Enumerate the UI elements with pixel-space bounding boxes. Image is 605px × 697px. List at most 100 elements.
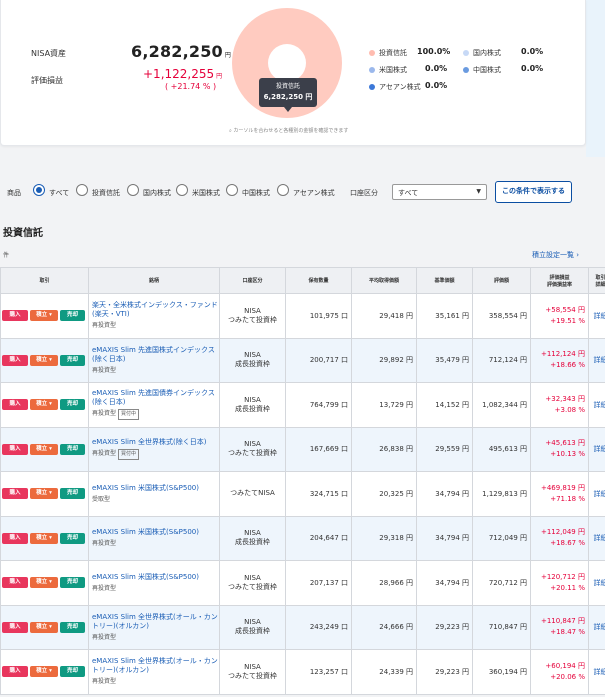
table-row: 購入 積立 ▾ 売却 eMAXIS Slim 全世界株式(オール・カントリー)(オルカ… — [0, 649, 605, 695]
buy-button[interactable]: 購入 — [2, 666, 28, 678]
sell-button[interactable]: 売却 — [60, 621, 85, 633]
buy-button[interactable]: 購入 — [2, 621, 28, 633]
status-badge: 買付中 — [118, 409, 140, 421]
value-cell: 720,712 円 — [472, 560, 531, 606]
nisa-asset-label: NISA資産 — [31, 49, 67, 58]
tsumitate-button[interactable]: 積立 ▾ — [30, 488, 58, 500]
yen-unit: 円 — [216, 73, 223, 80]
sell-button[interactable]: 売却 — [60, 577, 85, 589]
nisa-asset-amount: 6,282,250 — [131, 42, 223, 61]
detail-link[interactable]: 詳細 — [588, 560, 605, 606]
fund-name-link[interactable]: eMAXIS Slim 全世界株式(除く日本) — [92, 438, 207, 446]
status-badge: 買付中 — [118, 449, 140, 461]
buy-button[interactable]: 購入 — [2, 532, 28, 544]
apply-filter-button[interactable]: この条件で表示する — [495, 181, 572, 203]
col-header-base-price: 基準価額 — [416, 267, 473, 294]
fund-cell: eMAXIS Slim 米国株式(S&P500) 再投資型 — [88, 515, 220, 561]
legend-dot — [369, 67, 375, 73]
buy-button[interactable]: 購入 — [2, 443, 28, 455]
radio-china[interactable] — [226, 184, 238, 196]
trade-buttons-cell: 購入 積立 ▾ 売却 — [0, 515, 89, 561]
detail-link[interactable]: 詳細 — [588, 471, 605, 517]
trade-buttons-cell: 購入 積立 ▾ 売却 — [0, 604, 89, 650]
value-cell: 358,554 円 — [472, 293, 531, 339]
quantity-cell: 243,249 口 — [285, 604, 352, 650]
tsumitate-button[interactable]: 積立 ▾ — [30, 577, 58, 589]
radio-us[interactable] — [176, 184, 188, 196]
fund-name-link[interactable]: 楽天・全米株式インデックス・ファンド(楽天・VTI) — [92, 301, 218, 318]
trade-buttons-cell: 購入 積立 ▾ 売却 — [0, 293, 89, 339]
pl-percent: +20.11 % — [550, 583, 585, 592]
tsumitate-button[interactable]: 積立 ▾ — [30, 354, 58, 366]
col-header-fund: 銘柄 — [88, 267, 220, 294]
legend-item-china: 中国株式 — [463, 65, 501, 75]
buy-button[interactable]: 購入 — [2, 354, 28, 366]
fund-name-link[interactable]: eMAXIS Slim 全世界株式(オール・カントリー)(オルカン) — [92, 657, 218, 674]
dividend-type: 再投資型 — [92, 677, 219, 686]
tsumitate-button[interactable]: 積立 ▾ — [30, 443, 58, 455]
tsumitate-button[interactable]: 積立 ▾ — [30, 532, 58, 544]
donut-center — [268, 44, 306, 82]
detail-link[interactable]: 詳細 — [588, 604, 605, 650]
sell-button[interactable]: 売却 — [60, 310, 85, 322]
pl-cell: +45,613 円 +10.13 % — [530, 426, 589, 472]
account-type: NISA — [244, 351, 261, 360]
detail-link[interactable]: 詳細 — [588, 649, 605, 695]
pl-cell: +120,712 円 +20.11 % — [530, 560, 589, 606]
account-select[interactable]: すべて ▼ — [392, 184, 487, 200]
tsumitate-button[interactable]: 積立 ▾ — [30, 666, 58, 678]
dividend-type-text: 再投資型 — [92, 540, 117, 548]
radio-toushin[interactable] — [76, 184, 88, 196]
account-cell: NISA つみたて投資枠 — [219, 560, 286, 606]
avg-cost-cell: 20,325 円 — [351, 471, 417, 517]
buy-button[interactable]: 購入 — [2, 577, 28, 589]
buy-button[interactable]: 購入 — [2, 310, 28, 322]
fund-name-link[interactable]: eMAXIS Slim 米国株式(S&P500) — [92, 484, 199, 492]
avg-cost-cell: 29,318 円 — [351, 515, 417, 561]
tooltip-value: 6,282,250 円 — [263, 93, 313, 101]
radio-all[interactable] — [33, 184, 45, 196]
fund-name-link[interactable]: eMAXIS Slim 先進国債券インデックス(除く日本) — [92, 389, 215, 406]
table-row: 購入 積立 ▾ 売却 楽天・全米株式インデックス・ファンド(楽天・VTI) 再投資型 NI… — [0, 293, 605, 339]
detail-link[interactable]: 詳細 — [588, 382, 605, 428]
sell-button[interactable]: 売却 — [60, 443, 85, 455]
chevron-down-icon: ▼ — [476, 188, 481, 195]
quantity-cell: 123,257 口 — [285, 649, 352, 695]
radio-label: アセアン株式 — [293, 189, 335, 197]
sell-button[interactable]: 売却 — [60, 666, 85, 678]
base-price-cell: 35,479 円 — [416, 337, 473, 383]
sell-button[interactable]: 売却 — [60, 532, 85, 544]
buy-button[interactable]: 購入 — [2, 488, 28, 500]
value-cell: 1,129,813 円 — [472, 471, 531, 517]
fund-name-link[interactable]: eMAXIS Slim 全世界株式(オール・カントリー)(オルカン) — [92, 613, 218, 630]
account-type: NISA — [244, 618, 261, 627]
radio-domestic[interactable] — [127, 184, 139, 196]
tsumitate-button[interactable]: 積立 ▾ — [30, 621, 58, 633]
radio-asean[interactable] — [277, 184, 289, 196]
quantity-cell: 200,717 口 — [285, 337, 352, 383]
pl-percent: +3.08 % — [554, 405, 585, 414]
tsumitate-button[interactable]: 積立 ▾ — [30, 399, 58, 411]
base-price-cell: 29,223 円 — [416, 604, 473, 650]
detail-link[interactable]: 詳細 — [588, 293, 605, 339]
buy-button[interactable]: 購入 — [2, 399, 28, 411]
legend-pct: 0.0% — [425, 81, 448, 90]
sell-button[interactable]: 売却 — [60, 354, 85, 366]
fund-name-link[interactable]: eMAXIS Slim 先進国株式インデックス(除く日本) — [92, 346, 215, 363]
detail-link[interactable]: 詳細 — [588, 515, 605, 561]
pl-cell: +60,194 円 +20.06 % — [530, 649, 589, 695]
fund-name-link[interactable]: eMAXIS Slim 米国株式(S&P500) — [92, 573, 199, 581]
sell-button[interactable]: 売却 — [60, 488, 85, 500]
tsumitate-settings-link[interactable]: 積立設定一覧 › — [532, 250, 579, 260]
detail-link[interactable]: 詳細 — [588, 337, 605, 383]
legend-pct: 100.0% — [417, 47, 451, 56]
tsumitate-button[interactable]: 積立 ▾ — [30, 310, 58, 322]
account-frame: つみたて投資枠 — [228, 582, 277, 591]
fund-name-link[interactable]: eMAXIS Slim 米国株式(S&P500) — [92, 528, 199, 536]
account-cell: つみたてNISA — [219, 471, 286, 517]
sell-button[interactable]: 売却 — [60, 399, 85, 411]
pl-percent: +10.13 % — [550, 450, 585, 459]
detail-link[interactable]: 詳細 — [588, 426, 605, 472]
pl-amount: +120,712 円 — [540, 572, 585, 581]
product-filter-label: 商品 — [7, 189, 21, 197]
